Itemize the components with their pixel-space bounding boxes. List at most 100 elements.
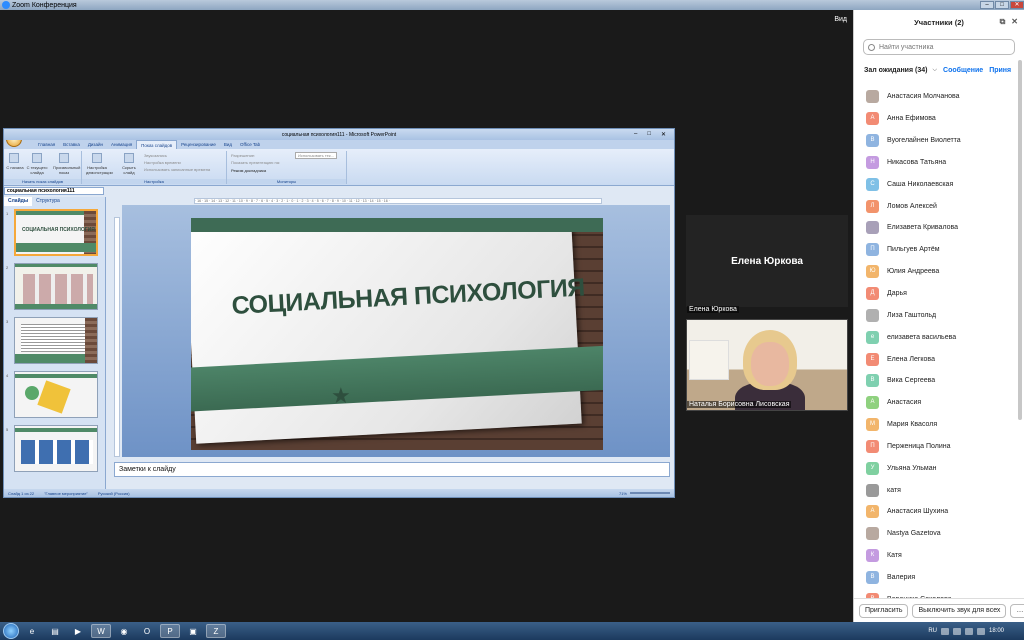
- chevron-down-icon[interactable]: ⌵: [932, 67, 937, 74]
- participant-row[interactable]: В Вуогелайнен Виолетта: [854, 130, 1019, 152]
- participant-video-tile[interactable]: [686, 319, 848, 411]
- participant-row[interactable]: е елизавета васильева: [854, 326, 1019, 348]
- slide-thumbnail[interactable]: [14, 317, 98, 364]
- popout-icon[interactable]: ⧉: [1000, 17, 1006, 27]
- start-current-icon[interactable]: [32, 153, 42, 163]
- participant-row[interactable]: П Пильгуев Артём: [854, 239, 1019, 261]
- start-from-beginning-icon[interactable]: [9, 153, 19, 163]
- search-input[interactable]: [879, 43, 1009, 51]
- participant-row[interactable]: У Ульяна Ульман: [854, 457, 1019, 479]
- zoom-icon[interactable]: Z: [206, 624, 226, 638]
- slide-thumbnail[interactable]: [14, 425, 98, 472]
- waiting-room-label[interactable]: Зал ожидания (34): [864, 67, 927, 74]
- ribbon-tab[interactable]: Вставка: [59, 140, 84, 149]
- battery-icon[interactable]: [976, 627, 985, 635]
- close-button[interactable]: ✕: [1010, 1, 1024, 9]
- participant-name: Пильгуев Артём: [887, 246, 940, 254]
- participant-row[interactable]: К Катя: [854, 545, 1019, 567]
- start-button-icon[interactable]: [3, 623, 19, 639]
- participant-row[interactable]: катя: [854, 479, 1019, 501]
- ribbon-tab[interactable]: Вид: [220, 140, 236, 149]
- thumb-number: 1: [6, 211, 9, 216]
- participant-row[interactable]: Елизавета Кривалова: [854, 217, 1019, 239]
- participant-row[interactable]: Анастасия Молчанова: [854, 86, 1019, 108]
- zoom-slider[interactable]: [630, 492, 670, 494]
- participant-search[interactable]: [863, 39, 1015, 55]
- opera-icon[interactable]: O: [137, 624, 157, 638]
- presenter-view-option[interactable]: Режим докладчика: [231, 168, 266, 173]
- app-icon[interactable]: ▣: [183, 624, 203, 638]
- message-button[interactable]: Сообщение: [943, 67, 983, 74]
- participant-row[interactable]: М Мария Квасоля: [854, 414, 1019, 436]
- avatar: Д: [866, 287, 879, 301]
- setup-button[interactable]: Настройка демонстрации: [86, 165, 113, 175]
- participant-row[interactable]: Лиза Гаштольд: [854, 304, 1019, 326]
- invite-button[interactable]: Пригласить: [859, 603, 909, 618]
- ribbon-tab[interactable]: Главная: [34, 140, 59, 149]
- use-timing-option[interactable]: Использовать записанные времена: [144, 167, 210, 172]
- folder-icon[interactable]: ▤: [45, 624, 65, 638]
- participant-name-tile[interactable]: Елена Юркова: [686, 215, 848, 307]
- chrome-icon[interactable]: ◉: [114, 624, 134, 638]
- ie-icon[interactable]: e: [22, 624, 42, 638]
- participant-row[interactable]: А Анна Ефимова: [854, 108, 1019, 130]
- panel-scrollbar[interactable]: [1018, 60, 1022, 420]
- participant-row[interactable]: Н Никасова Татьяна: [854, 152, 1019, 174]
- resolution-select[interactable]: Использовать тек...: [295, 152, 337, 159]
- participant-row[interactable]: В Валерия: [854, 567, 1019, 589]
- slide-notes[interactable]: Заметки к слайду: [114, 462, 670, 477]
- participant-row[interactable]: Д Дарья: [854, 283, 1019, 305]
- shared-powerpoint-window[interactable]: социальная психология111 - Microsoft Pow…: [3, 128, 675, 498]
- setup-show-icon[interactable]: [92, 153, 102, 163]
- participant-row[interactable]: Л Ломов Алексей: [854, 195, 1019, 217]
- view-button[interactable]: Вид: [834, 16, 847, 23]
- powerpoint-icon[interactable]: P: [160, 624, 180, 638]
- slide-thumbnail[interactable]: СОЦИАЛЬНАЯ ПСИХОЛОГИЯ: [14, 209, 98, 256]
- participant-row[interactable]: П Перженица Полина: [854, 436, 1019, 458]
- participant-row[interactable]: А Анастасия Шухина: [854, 501, 1019, 523]
- clock[interactable]: 18:00: [989, 628, 1004, 634]
- maximize-button[interactable]: □: [995, 1, 1009, 9]
- timing-option[interactable]: Настройка времени: [144, 160, 181, 165]
- volume-icon[interactable]: [964, 627, 973, 635]
- slide-thumbnail[interactable]: [14, 371, 98, 418]
- start-button[interactable]: С начала: [4, 165, 26, 170]
- hide-slide-button[interactable]: Скрыть слайд: [118, 165, 140, 175]
- thumb-band: [15, 428, 97, 432]
- participant-row[interactable]: ВВероника Соколова: [854, 588, 1019, 598]
- more-button[interactable]: …: [1010, 603, 1024, 618]
- document-tab[interactable]: социальная психология111: [4, 187, 104, 195]
- language-indicator[interactable]: RU: [928, 628, 937, 634]
- slide-thumbnail[interactable]: [14, 263, 98, 310]
- network-icon[interactable]: [952, 627, 961, 635]
- current-slide-button[interactable]: С текущего слайда: [26, 165, 48, 175]
- mute-all-button[interactable]: Выключить звук для всех: [912, 603, 1007, 618]
- custom-show-icon[interactable]: [59, 153, 69, 163]
- minimize-button[interactable]: –: [980, 1, 994, 9]
- tray-icon[interactable]: [940, 627, 949, 635]
- participant-row[interactable]: Е Елена Легкова: [854, 348, 1019, 370]
- status-language: Русский (Россия): [97, 490, 130, 496]
- admit-all-button[interactable]: Приня: [989, 67, 1011, 74]
- custom-show-button[interactable]: Произвольный показ: [53, 165, 80, 175]
- avatar: Л: [866, 199, 879, 213]
- participant-row[interactable]: А Анастасия: [854, 392, 1019, 414]
- ribbon-tab[interactable]: Анимация: [107, 140, 136, 149]
- participant-row[interactable]: Ю Юлия Андреева: [854, 261, 1019, 283]
- outline-tab[interactable]: Структура: [32, 197, 64, 206]
- ribbon-tab[interactable]: Office Tab: [236, 140, 264, 149]
- slides-tab[interactable]: Слайды: [4, 197, 33, 206]
- record-option[interactable]: Звукозапись: [144, 153, 167, 158]
- ribbon-tab-slideshow[interactable]: Показ слайдов: [136, 140, 178, 149]
- close-panel-icon[interactable]: ✕: [1011, 17, 1018, 27]
- participant-row[interactable]: С Саша Николаевская: [854, 173, 1019, 195]
- ribbon-tab[interactable]: Рецензирование: [177, 140, 220, 149]
- ribbon-tab[interactable]: Дизайн: [84, 140, 107, 149]
- current-slide[interactable]: СОЦИАЛЬНАЯ ПСИХОЛОГИЯ ★: [191, 218, 603, 450]
- participant-row[interactable]: Nastya Gazetova: [854, 523, 1019, 545]
- media-icon[interactable]: ▶: [68, 624, 88, 638]
- zoom-titlebar: Zoom Конференция – □ ✕: [0, 0, 1024, 10]
- hide-slide-icon[interactable]: [124, 153, 134, 163]
- participant-row[interactable]: В Вика Сергеева: [854, 370, 1019, 392]
- word-icon[interactable]: W: [91, 624, 111, 638]
